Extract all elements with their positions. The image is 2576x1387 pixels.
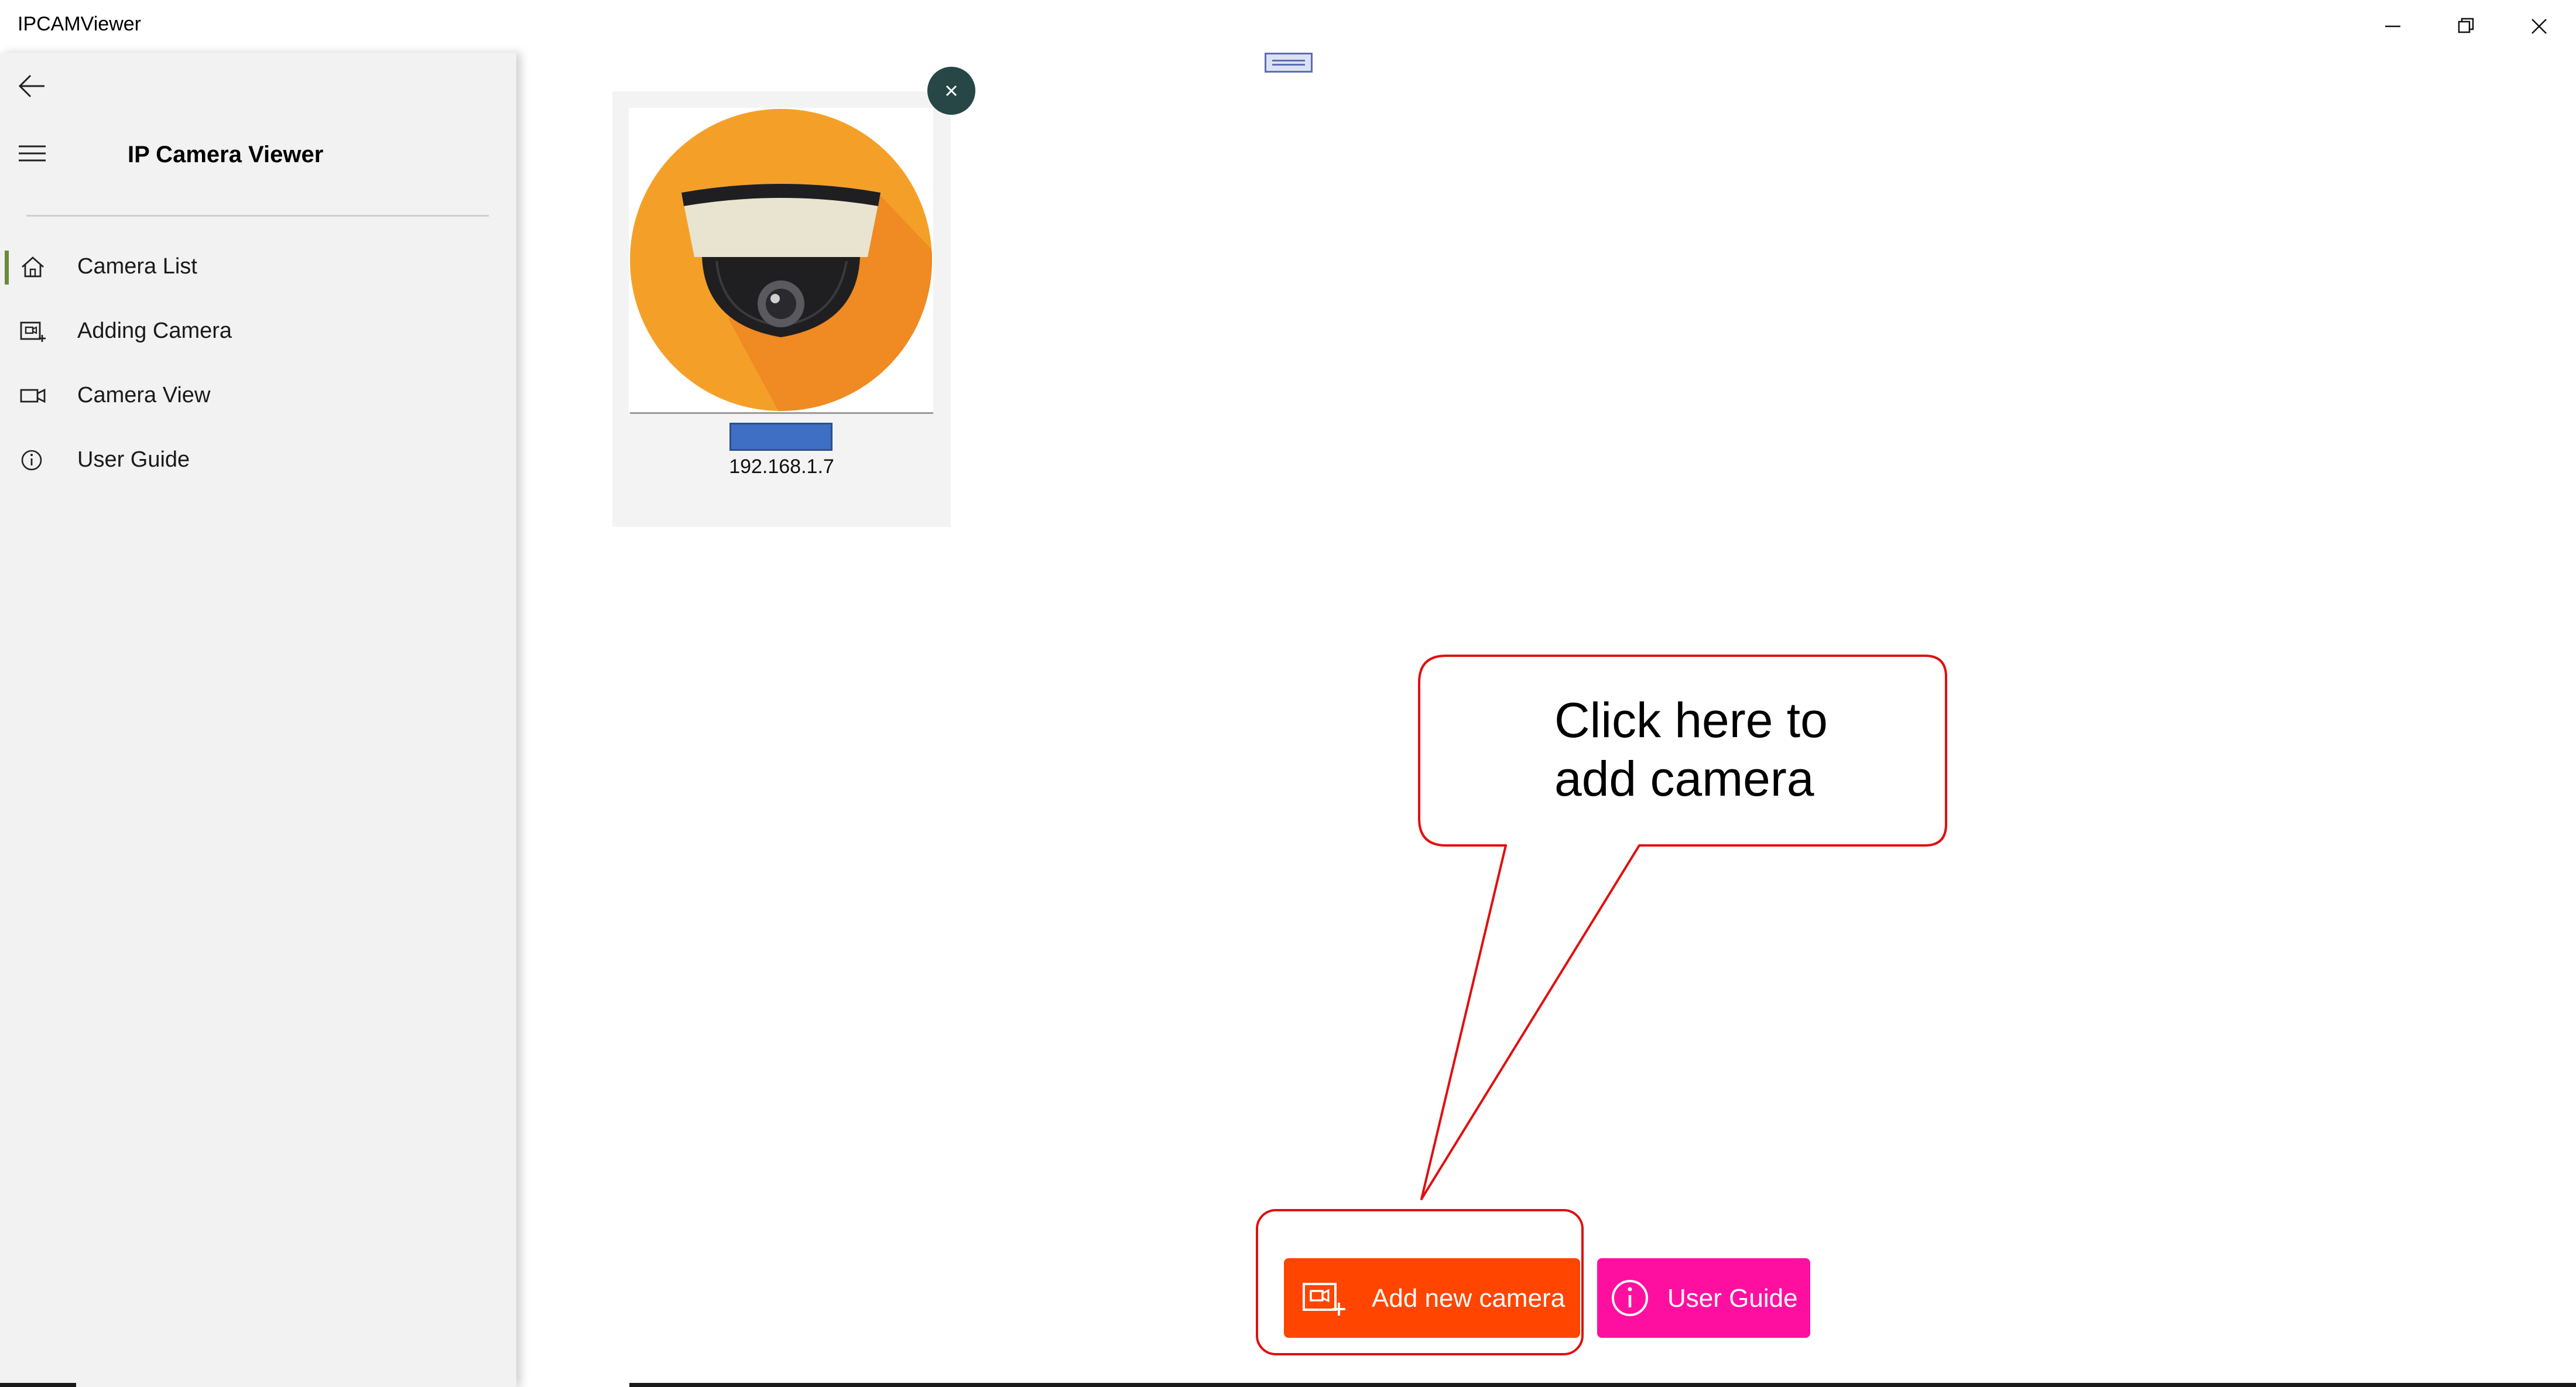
user-guide-label: User Guide [1667,1284,1798,1313]
bottom-border [0,1383,76,1387]
user-guide-button[interactable]: User Guide [1597,1258,1810,1338]
callout-line-2: add camera [1554,751,1814,806]
bottom-border [629,1383,2576,1387]
add-new-camera-label: Add new camera [1372,1284,1566,1313]
add-new-camera-button[interactable]: Add new camera [1284,1258,1580,1338]
info-icon [1612,1280,1648,1316]
callout-line-1: Click here to [1554,693,1828,748]
callout-bubble [1418,655,1947,1200]
callout-text: Click here to add camera [1554,691,1828,808]
add-camera-icon [1303,1283,1345,1316]
